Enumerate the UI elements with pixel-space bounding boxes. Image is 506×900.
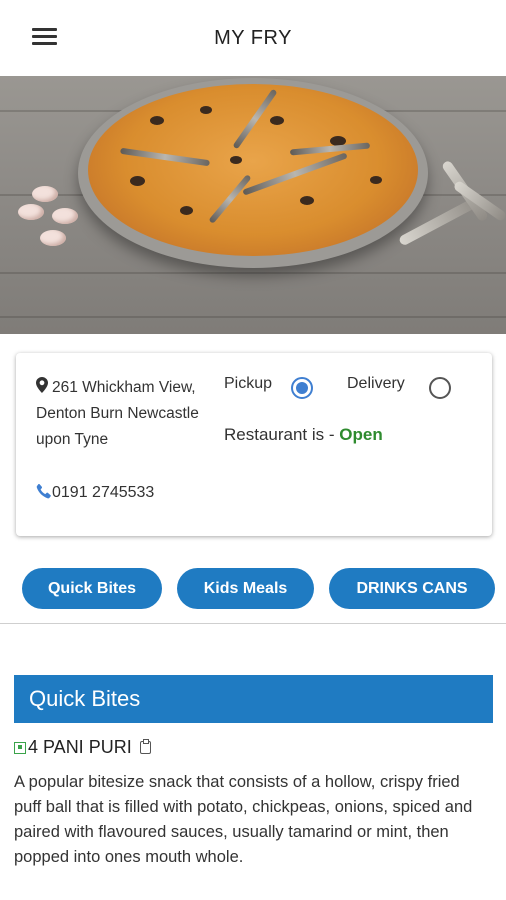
delivery-label: Delivery (347, 375, 405, 392)
category-tab-kids-meals[interactable]: Kids Meals (177, 568, 314, 609)
pickup-radio[interactable] (291, 377, 313, 399)
restaurant-status: Restaurant is - Open (224, 425, 383, 445)
phone-icon (36, 483, 51, 499)
restaurant-info-card: 261 Whickham View, Denton Burn Newcastle… (16, 353, 492, 536)
status-badge: Open (339, 425, 383, 444)
category-tabs: Quick Bites Kids Meals DRINKS CANS (0, 568, 506, 612)
delivery-radio[interactable] (429, 377, 451, 399)
restaurant-address: 261 Whickham View, Denton Burn Newcastle… (36, 375, 206, 453)
divider (0, 623, 506, 624)
clipboard-icon[interactable] (139, 739, 151, 754)
veg-indicator-icon (14, 741, 26, 754)
phone-number: 0191 2745533 (52, 484, 155, 501)
menu-item-name: 4 PANI PURI (28, 737, 132, 757)
location-pin-icon (36, 377, 48, 393)
hamburger-menu-icon[interactable] (30, 28, 60, 50)
app-title: MY FRY (214, 26, 292, 49)
category-tab-quick-bites[interactable]: Quick Bites (22, 568, 162, 609)
category-tab-drinks-cans[interactable]: DRINKS CANS (329, 568, 495, 609)
hero-pizza-image (0, 76, 506, 334)
restaurant-phone[interactable]: 0191 2745533 (36, 483, 154, 502)
menu-item-description: A popular bitesize snack that consists o… (14, 773, 473, 866)
app-bar: MY FRY (0, 0, 506, 76)
address-text: 261 Whickham View, Denton Burn Newcastle… (36, 379, 199, 448)
section-header: Quick Bites (14, 675, 493, 723)
menu-item-title[interactable]: 4 PANI PURI (14, 737, 151, 758)
status-label: Restaurant is - (224, 425, 340, 444)
pickup-label: Pickup (224, 375, 273, 392)
